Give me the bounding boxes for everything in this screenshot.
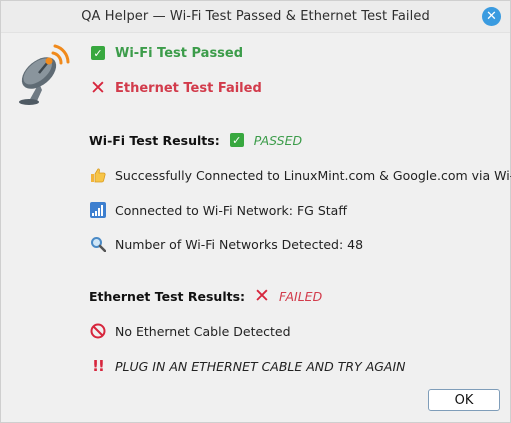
- check-icon: ✓: [89, 44, 107, 62]
- thumbs-up-icon: [89, 166, 107, 184]
- ethernet-results-heading: Ethernet Test Results:: [89, 288, 246, 304]
- magnifier-icon: [89, 235, 107, 253]
- wifi-network-text: Connected to Wi-Fi Network: FG Staff: [115, 202, 347, 218]
- wifi-networks-count-text: Number of Wi-Fi Networks Detected: 48: [115, 236, 364, 252]
- satellite-dish-icon: [19, 44, 70, 105]
- no-entry-icon: [89, 322, 107, 340]
- no-cable-text: No Ethernet Cable Detected: [115, 323, 291, 339]
- ethernet-status-badge: FAILED: [279, 288, 323, 304]
- wifi-results-header: Wi-Fi Test Results: ✓ PASSED: [89, 131, 302, 149]
- x-icon: ✕: [254, 284, 270, 307]
- ok-button[interactable]: OK: [428, 389, 500, 411]
- list-item: !! PLUG IN AN ETHERNET CABLE AND TRY AGA…: [89, 357, 406, 375]
- double-exclamation-icon: !!: [92, 357, 105, 375]
- summary-ethernet-label: Ethernet Test Failed: [115, 80, 262, 96]
- list-item: Successfully Connected to LinuxMint.com …: [89, 166, 511, 184]
- title-bar[interactable]: QA Helper — Wi-Fi Test Passed & Ethernet…: [1, 1, 510, 33]
- list-item: No Ethernet Cable Detected: [89, 322, 291, 340]
- dialog-window: QA Helper — Wi-Fi Test Passed & Ethernet…: [0, 0, 511, 423]
- window-title: QA Helper — Wi-Fi Test Passed & Ethernet…: [81, 9, 430, 24]
- signal-strength-icon: [89, 201, 107, 219]
- close-icon: ✕: [486, 9, 497, 24]
- ethernet-results-header: Ethernet Test Results: ✕ FAILED: [89, 284, 323, 307]
- close-button[interactable]: ✕: [482, 7, 501, 26]
- wifi-status-badge: PASSED: [253, 132, 303, 148]
- summary-wifi-label: Wi-Fi Test Passed: [115, 45, 244, 61]
- list-item: Number of Wi-Fi Networks Detected: 48: [89, 235, 363, 253]
- list-item: Connected to Wi-Fi Network: FG Staff: [89, 201, 347, 219]
- summary-ethernet: ✕ Ethernet Test Failed: [89, 76, 262, 99]
- wifi-connection-text: Successfully Connected to LinuxMint.com …: [115, 167, 511, 183]
- x-icon: ✕: [90, 76, 106, 99]
- wifi-results-heading: Wi-Fi Test Results:: [89, 132, 220, 148]
- check-icon: ✓: [228, 131, 246, 149]
- summary-wifi: ✓ Wi-Fi Test Passed: [89, 44, 243, 62]
- plug-in-warning-text: PLUG IN AN ETHERNET CABLE AND TRY AGAIN: [115, 358, 406, 374]
